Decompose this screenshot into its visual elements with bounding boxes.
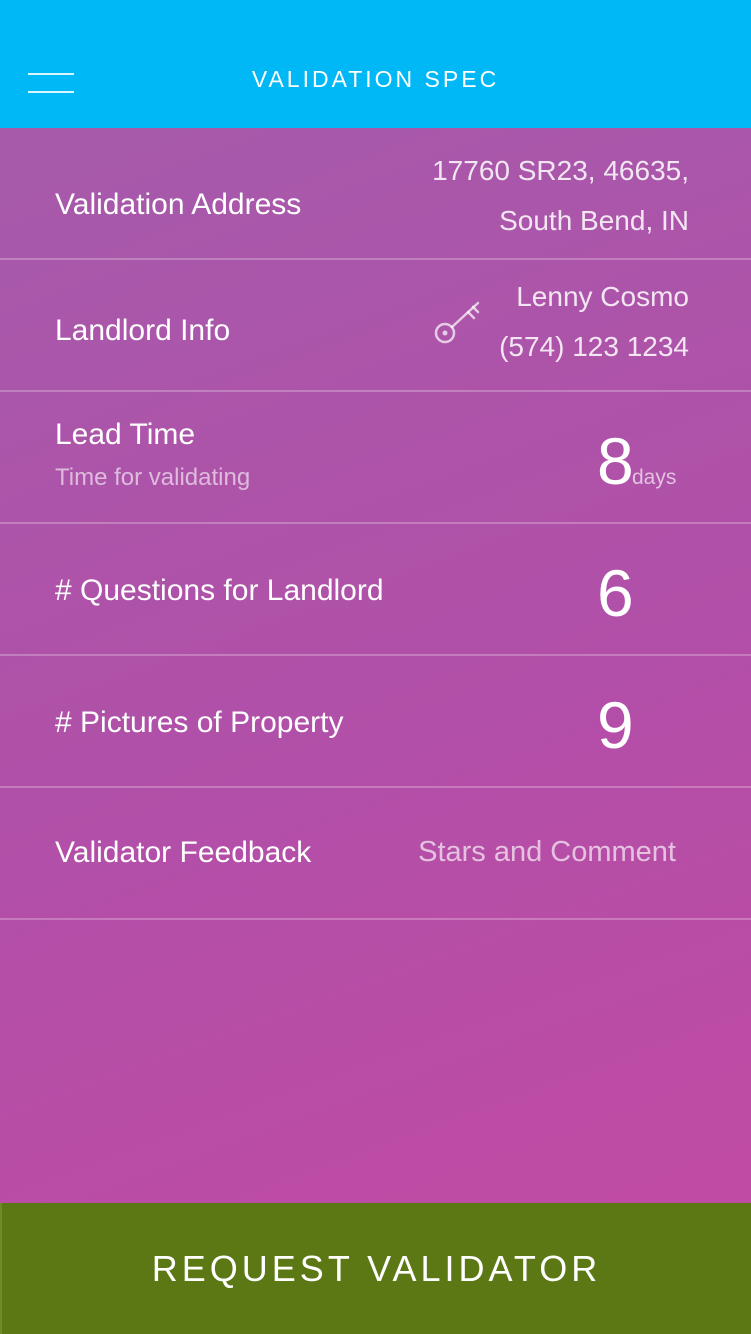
validator-feedback-label: Validator Feedback xyxy=(55,836,312,869)
landlord-phone: (574) 123 1234 xyxy=(499,331,689,362)
pictures-label: # Pictures of Property xyxy=(55,706,344,739)
landlord-contact: Lenny Cosmo (574) 123 1234 xyxy=(499,272,689,372)
questions-label: # Questions for Landlord xyxy=(55,574,384,607)
row-questions-for-landlord[interactable]: # Questions for Landlord 6 xyxy=(0,524,751,656)
key-icon xyxy=(434,301,480,344)
validation-address-label: Validation Address xyxy=(55,188,302,221)
lead-time-value: 8 xyxy=(597,424,634,498)
validation-address-value: 17760 SR23, 46635, South Bend, IN xyxy=(432,146,689,246)
app-header: VALIDATION SPEC xyxy=(0,0,751,128)
page-title: VALIDATION SPEC xyxy=(251,66,500,92)
row-pictures-of-property[interactable]: # Pictures of Property 9 xyxy=(0,656,751,788)
address-line-2: South Bend, IN xyxy=(499,205,689,236)
lead-time-label: Lead Time xyxy=(55,418,196,451)
row-validator-feedback[interactable]: Validator Feedback Stars and Comment xyxy=(0,788,751,920)
validator-feedback-value: Stars and Comment xyxy=(418,836,676,868)
questions-value: 6 xyxy=(597,556,634,630)
row-validation-address[interactable]: Validation Address 17760 SR23, 46635, So… xyxy=(0,128,751,260)
pictures-value: 9 xyxy=(597,688,634,762)
lead-time-sublabel: Time for validating xyxy=(55,464,251,491)
address-line-1: 17760 SR23, 46635, xyxy=(432,155,689,186)
landlord-name: Lenny Cosmo xyxy=(516,281,689,312)
row-lead-time[interactable]: Lead Time Time for validating 8 days xyxy=(0,392,751,524)
row-landlord-info[interactable]: Landlord Info Lenny Cosmo (574) 123 1234 xyxy=(0,260,751,392)
request-validator-button[interactable]: REQUEST VALIDATOR xyxy=(0,1203,751,1334)
landlord-info-label: Landlord Info xyxy=(55,314,231,347)
lead-time-unit: days xyxy=(632,466,677,489)
